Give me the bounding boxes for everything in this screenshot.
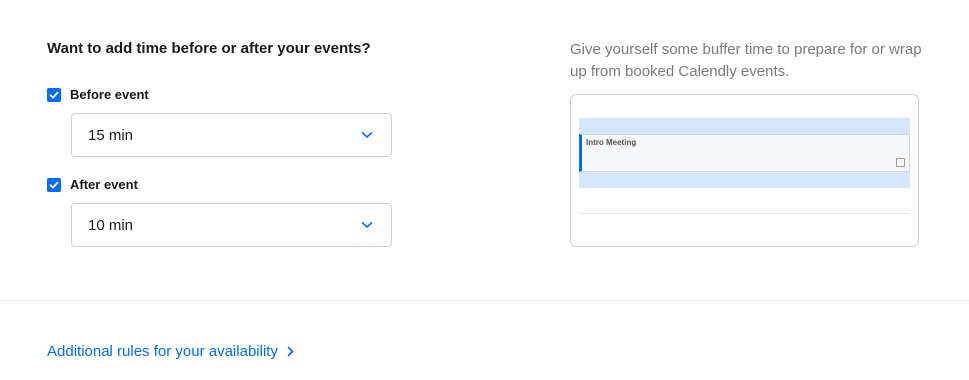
- preview-divider: [579, 213, 910, 214]
- after-event-checkbox-row[interactable]: After event: [47, 177, 138, 192]
- before-event-select[interactable]: 15 min: [71, 113, 392, 157]
- before-event-select-value: 15 min: [88, 126, 134, 144]
- additional-rules-link[interactable]: Additional rules for your availability: [47, 343, 294, 360]
- section-divider: [0, 300, 969, 301]
- buffer-helper-text: Give yourself some buffer time to prepar…: [570, 41, 922, 80]
- chevron-down-icon: [361, 131, 373, 139]
- preview-event-block: Intro Meeting: [579, 134, 910, 172]
- after-event-checkbox[interactable]: [47, 177, 61, 192]
- additional-rules-link-label: Additional rules for your availability: [47, 343, 278, 360]
- buffer-question-heading: Want to add time before or after your ev…: [47, 40, 371, 57]
- checkmark-icon: [49, 181, 59, 188]
- preview-event-title: Intro Meeting: [586, 138, 637, 147]
- after-event-select[interactable]: 10 min: [71, 203, 392, 247]
- before-event-checkbox[interactable]: [47, 87, 61, 102]
- after-event-select-value: 10 min: [88, 216, 134, 234]
- checkmark-icon: [49, 91, 59, 98]
- after-event-label: After event: [70, 177, 138, 192]
- before-event-checkbox-row[interactable]: Before event: [47, 87, 149, 102]
- before-event-label: Before event: [70, 87, 149, 102]
- chevron-down-icon: [361, 221, 373, 229]
- buffer-settings-page: Want to add time before or after your ev…: [0, 0, 969, 380]
- calendar-icon: [896, 158, 905, 167]
- buffer-preview-card: Intro Meeting: [570, 94, 919, 247]
- chevron-right-icon: [287, 346, 294, 357]
